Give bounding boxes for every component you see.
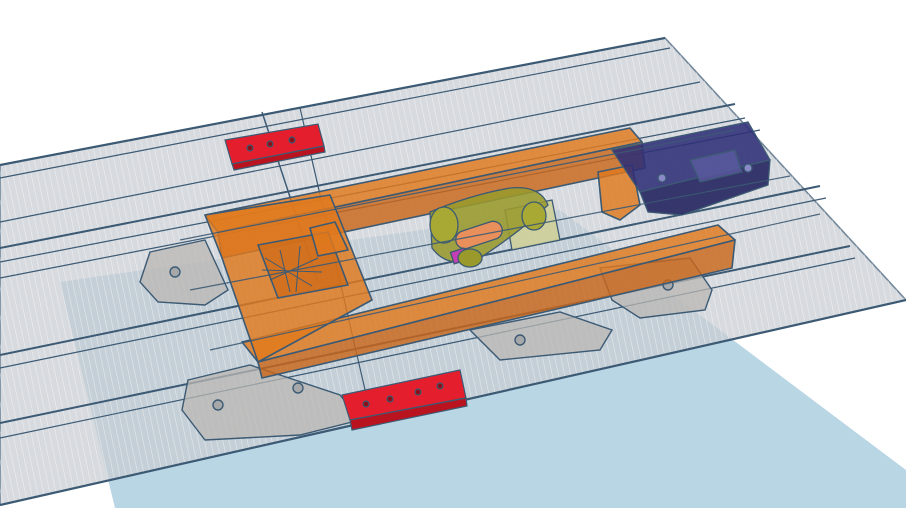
bogie-left-hole-1	[169, 266, 181, 278]
red-bottom-hole-1	[362, 400, 370, 408]
red-top-hole-3	[288, 136, 296, 144]
bracket-hole-1	[657, 173, 667, 183]
red-bottom-hole-4	[436, 382, 444, 390]
red-top-hole-1	[246, 144, 254, 152]
bogie-right-hole-2	[514, 334, 526, 346]
bogie-left-hole-3	[292, 382, 304, 394]
bogie-left-hole-2	[212, 399, 224, 411]
pivot-boss-left[interactable]	[429, 206, 459, 244]
3d-viewport[interactable]	[0, 0, 906, 508]
scene-canvas[interactable]	[0, 0, 906, 508]
red-bottom-hole-3	[414, 388, 422, 396]
red-bottom-hole-2	[386, 395, 394, 403]
bracket-hole-2	[743, 163, 753, 173]
pivot-boss-lower[interactable]	[457, 248, 483, 268]
red-top-hole-2	[266, 140, 274, 148]
